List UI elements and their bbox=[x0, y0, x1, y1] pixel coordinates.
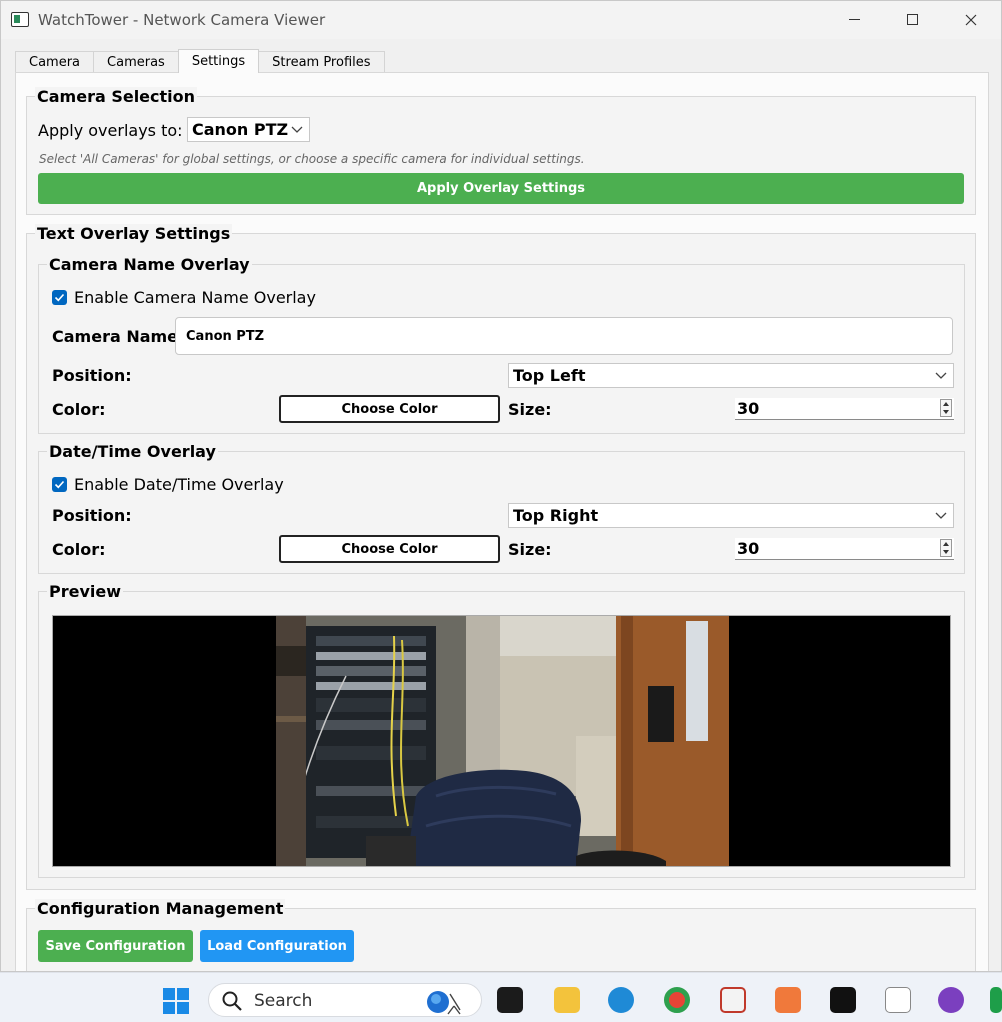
camera-name-size-value: 30 bbox=[737, 399, 760, 418]
windows-logo-icon bbox=[163, 988, 189, 1014]
camera-select[interactable]: Canon PTZ bbox=[187, 117, 310, 142]
checkmark-icon bbox=[54, 293, 65, 302]
enable-datetime-label: Enable Date/Time Overlay bbox=[74, 475, 284, 494]
camera-selection-title: Camera Selection bbox=[35, 87, 198, 106]
start-button[interactable] bbox=[162, 987, 190, 1015]
edge-browser-icon[interactable] bbox=[608, 987, 634, 1013]
minimize-button[interactable] bbox=[826, 1, 884, 39]
tab-camera[interactable]: Camera bbox=[15, 51, 95, 73]
camera-name-label: Camera Name: bbox=[52, 327, 185, 346]
load-configuration-button[interactable]: Load Configuration bbox=[200, 930, 354, 962]
taskbar-search-box[interactable]: Search bbox=[208, 983, 482, 1017]
datetime-position-select[interactable]: Top Right bbox=[508, 503, 954, 528]
window-title: WatchTower - Network Camera Viewer bbox=[38, 11, 326, 29]
terminal-app-icon[interactable] bbox=[830, 987, 856, 1013]
camera-name-overlay-title: Camera Name Overlay bbox=[47, 255, 252, 274]
app-logo-icon bbox=[11, 12, 29, 27]
preview-title: Preview bbox=[47, 582, 124, 601]
enable-datetime-checkbox[interactable] bbox=[52, 477, 67, 492]
overflow-app-icon[interactable] bbox=[990, 987, 1002, 1013]
search-highlight-icon bbox=[427, 991, 461, 1015]
checkmark-icon bbox=[54, 480, 65, 489]
datetime-overlay-group: Date/Time Overlay Enable Date/Time Overl… bbox=[38, 442, 965, 574]
camera-name-input[interactable]: Canon PTZ bbox=[175, 317, 953, 355]
camera-name-overlay-group: Camera Name Overlay Enable Camera Name O… bbox=[38, 255, 965, 434]
file-explorer-icon[interactable] bbox=[554, 987, 580, 1013]
maximize-icon bbox=[907, 14, 918, 25]
github-desktop-icon[interactable] bbox=[938, 987, 964, 1013]
chevron-down-icon bbox=[935, 512, 947, 519]
camera-name-size-label: Size: bbox=[508, 400, 552, 419]
apply-overlay-settings-button[interactable]: Apply Overlay Settings bbox=[38, 173, 964, 204]
maximize-button[interactable] bbox=[884, 1, 942, 39]
spin-arrows-icon[interactable] bbox=[940, 539, 952, 557]
settings-panel: Camera Selection Apply overlays to: Cano… bbox=[15, 72, 989, 971]
chevron-down-icon bbox=[935, 372, 947, 379]
enable-camera-name-label: Enable Camera Name Overlay bbox=[74, 288, 316, 307]
datetime-choose-color-button[interactable]: Choose Color bbox=[279, 535, 500, 563]
snipping-tool-icon[interactable] bbox=[720, 987, 746, 1013]
datetime-overlay-title: Date/Time Overlay bbox=[47, 442, 218, 461]
datetime-color-label: Color: bbox=[52, 540, 106, 559]
datetime-position-label: Position: bbox=[52, 506, 132, 525]
taskbar: Search bbox=[0, 972, 1002, 1022]
title-bar: WatchTower - Network Camera Viewer bbox=[1, 1, 1001, 39]
save-configuration-button[interactable]: Save Configuration bbox=[38, 930, 193, 962]
config-group: Configuration Management Save Configurat… bbox=[26, 899, 976, 971]
tab-bar: Camera Cameras Settings Stream Profiles bbox=[15, 49, 385, 73]
camera-name-position-value: Top Left bbox=[513, 366, 586, 385]
preview-frame bbox=[52, 615, 951, 867]
close-icon bbox=[965, 14, 977, 26]
datetime-size-spinbox[interactable]: 30 bbox=[735, 538, 954, 560]
tab-stream-profiles[interactable]: Stream Profiles bbox=[258, 51, 385, 73]
camera-preview-image bbox=[53, 616, 950, 866]
tab-cameras[interactable]: Cameras bbox=[93, 51, 179, 73]
camera-select-value: Canon PTZ bbox=[192, 120, 289, 139]
close-button[interactable] bbox=[942, 1, 1000, 39]
camera-name-choose-color-button[interactable]: Choose Color bbox=[279, 395, 500, 423]
solitaire-icon[interactable] bbox=[885, 987, 911, 1013]
xampp-icon[interactable] bbox=[775, 987, 801, 1013]
minimize-icon bbox=[849, 19, 860, 20]
camera-name-size-spinbox[interactable]: 30 bbox=[735, 398, 954, 420]
chrome-browser-icon[interactable] bbox=[664, 987, 690, 1013]
chevron-down-icon bbox=[291, 126, 303, 133]
task-view-icon[interactable] bbox=[497, 987, 523, 1013]
text-overlay-group: Text Overlay Settings Camera Name Overla… bbox=[26, 224, 976, 890]
camera-selection-hint: Select 'All Cameras' for global settings… bbox=[39, 152, 585, 166]
search-icon bbox=[222, 991, 242, 1011]
camera-name-color-label: Color: bbox=[52, 400, 106, 419]
text-overlay-title: Text Overlay Settings bbox=[35, 224, 233, 243]
search-placeholder: Search bbox=[254, 991, 313, 1011]
datetime-size-label: Size: bbox=[508, 540, 552, 559]
camera-name-position-select[interactable]: Top Left bbox=[508, 363, 954, 388]
spin-arrows-icon[interactable] bbox=[940, 399, 952, 417]
config-title: Configuration Management bbox=[35, 899, 286, 918]
datetime-position-value: Top Right bbox=[513, 506, 599, 525]
camera-name-position-label: Position: bbox=[52, 366, 132, 385]
camera-selection-group: Camera Selection Apply overlays to: Cano… bbox=[26, 87, 976, 215]
enable-camera-name-checkbox[interactable] bbox=[52, 290, 67, 305]
preview-group: Preview bbox=[38, 582, 965, 878]
tab-settings[interactable]: Settings bbox=[177, 49, 260, 73]
datetime-size-value: 30 bbox=[737, 539, 760, 558]
app-window: WatchTower - Network Camera Viewer Camer… bbox=[0, 0, 1002, 972]
apply-overlays-label: Apply overlays to: bbox=[38, 121, 183, 140]
